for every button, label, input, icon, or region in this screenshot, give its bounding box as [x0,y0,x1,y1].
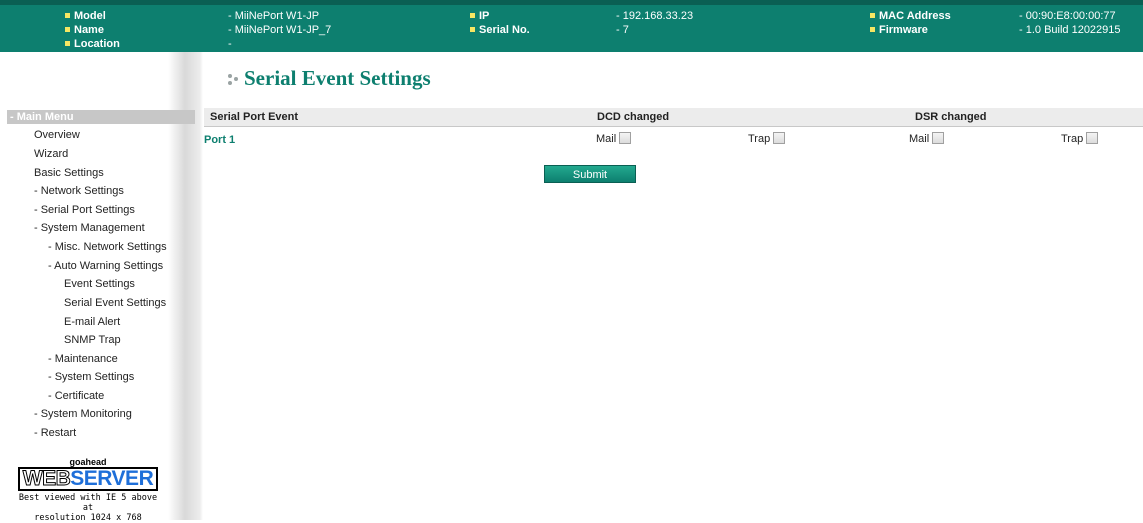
bullet-icon [65,12,70,18]
logo-server-text: SERVER [70,467,154,490]
dcd-mail-checkbox[interactable] [619,132,632,145]
serial-label: Serial No. [470,24,530,37]
mac-value: - 00:90:E8:00:00:77 [1019,10,1116,22]
firmware-label: Firmware [870,24,928,37]
menu-item-system-settings[interactable]: - System Settings [48,371,134,383]
location-label: Location [65,38,120,51]
column-header-dcd-changed: DCD changed [597,111,670,123]
browser-note-line1: Best viewed with IE 5 above at [18,493,158,513]
column-header-dsr-changed: DSR changed [915,111,987,123]
menu-item-restart[interactable]: - Restart [34,427,76,439]
menu-item-auto-warning-settings[interactable]: - Auto Warning Settings [48,260,163,272]
menu-item-snmp-trap[interactable]: SNMP Trap [64,334,121,346]
menu-item-serial-port-settings[interactable]: - Serial Port Settings [34,204,135,216]
table-header-row: Serial Port Event DCD changed DSR change… [204,108,1143,127]
location-value: - [228,38,232,50]
logo-web-text: WEB [22,467,71,490]
submit-button[interactable]: Submit [544,165,636,183]
column-header-serial-port-event: Serial Port Event [210,111,299,123]
dcd-trap-checkbox[interactable] [773,132,786,145]
bullet-icon [65,26,70,32]
dcd-trap-option: Trap [748,132,786,145]
firmware-value: - 1.0 Build 12022915 [1019,24,1121,36]
menu-item-event-settings[interactable]: Event Settings [64,278,135,290]
port-1-label: Port 1 [204,134,236,146]
menu-item-wizard[interactable]: Wizard [34,148,68,160]
dsr-mail-option: Mail [909,132,945,145]
dsr-trap-label: Trap [1061,133,1084,145]
dsr-trap-checkbox[interactable] [1086,132,1099,145]
browser-note: Best viewed with IE 5 above at resolutio… [12,493,164,523]
ip-label: IP [470,10,489,23]
model-label: Model [65,10,106,23]
menu-item-serial-event-settings[interactable]: Serial Event Settings [64,297,166,309]
dsr-mail-checkbox[interactable] [932,132,945,145]
bullet-icon [470,26,475,32]
dcd-mail-label: Mail [596,133,617,145]
dsr-trap-option: Trap [1061,132,1099,145]
menu-item-maintenance[interactable]: - Maintenance [48,353,118,365]
menu-item-overview[interactable]: Overview [34,129,80,141]
main-menu-header[interactable]: - Main Menu [7,110,195,124]
name-label: Name [65,24,104,37]
menu-item-network-settings[interactable]: - Network Settings [34,185,124,197]
bullet-icon [870,12,875,18]
device-info-header: Model - MiiNePort W1-JP Name - MiiNePort… [0,0,1143,52]
ip-value: - 192.168.33.23 [616,10,694,22]
menu-item-system-monitoring[interactable]: - System Monitoring [34,408,132,420]
page-title: Serial Event Settings [228,66,431,91]
title-dots-icon [228,73,240,87]
dcd-mail-option: Mail [596,132,632,145]
bullet-icon [65,40,70,46]
logo-wordmark: WEBSERVER [17,467,159,491]
name-value: - MiiNePort W1-JP_7 [228,24,332,36]
bullet-icon [470,12,475,18]
menu-item-basic-settings[interactable]: Basic Settings [34,167,104,179]
browser-note-line2: resolution 1024 x 768 [34,513,142,523]
model-value: - MiiNePort W1-JP [228,10,320,22]
goahead-webserver-logo: goahead WEBSERVER Best viewed with IE 5 … [12,457,164,523]
dsr-mail-label: Mail [909,133,930,145]
menu-item-system-management[interactable]: - System Management [34,222,145,234]
bullet-icon [870,26,875,32]
dcd-trap-label: Trap [748,133,771,145]
mac-label: MAC Address [870,10,951,23]
menu-item-certificate[interactable]: - Certificate [48,390,104,402]
menu-item-misc-network-settings[interactable]: - Misc. Network Settings [48,241,167,253]
serial-value: - 7 [616,24,629,36]
page-title-text: Serial Event Settings [244,66,431,90]
logo-goahead-text: goahead [69,457,107,467]
menu-item-email-alert[interactable]: E-mail Alert [64,316,120,328]
